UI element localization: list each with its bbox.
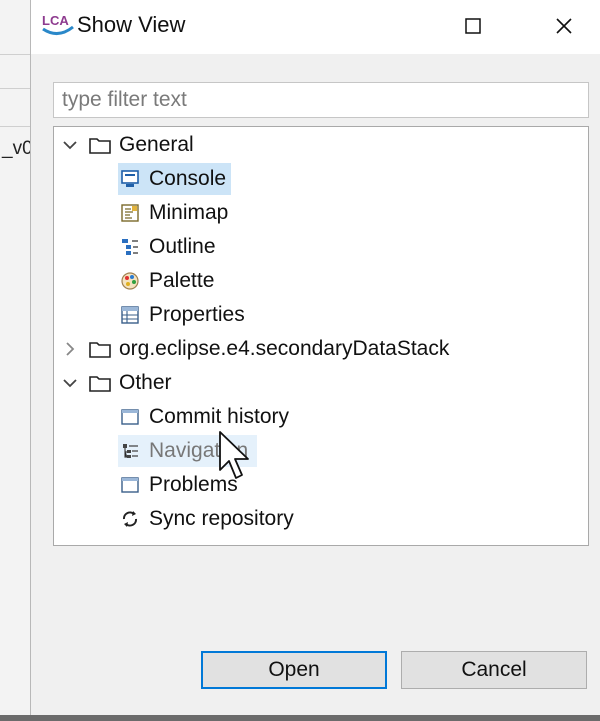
- cancel-button[interactable]: Cancel: [401, 651, 587, 689]
- view-tree[interactable]: General Console Minimap Outline Palette: [53, 126, 589, 546]
- view-window-icon: [118, 473, 142, 497]
- navigation-tree-icon: [118, 439, 142, 463]
- tree-item-label: Palette: [149, 269, 215, 292]
- view-window-icon: [118, 405, 142, 429]
- tree-item-console[interactable]: Console: [118, 163, 232, 195]
- minimap-icon: [118, 201, 142, 225]
- sync-icon: [118, 507, 142, 531]
- chevron-down-icon[interactable]: [62, 137, 78, 153]
- tree-group-secondary-data-stack[interactable]: org.eclipse.e4.secondaryDataStack: [62, 333, 452, 365]
- folder-icon: [88, 337, 112, 361]
- mouse-pointer-icon: [219, 431, 249, 479]
- tree-group-label: Other: [119, 371, 172, 394]
- lca-app-logo-icon: LCA: [42, 13, 74, 35]
- show-view-dialog: LCA Show View General Console: [30, 0, 600, 716]
- outline-icon: [118, 235, 142, 259]
- tree-item-outline[interactable]: Outline: [118, 231, 219, 263]
- chevron-right-icon[interactable]: [62, 341, 78, 357]
- chevron-down-icon[interactable]: [62, 375, 78, 391]
- background-taskbar-edge: [0, 715, 600, 721]
- tree-item-label: Outline: [149, 235, 216, 258]
- tree-item-sync-repository[interactable]: Sync repository: [118, 503, 297, 535]
- tree-item-label: Minimap: [149, 201, 229, 224]
- tree-group-general[interactable]: General: [62, 129, 197, 161]
- tree-item-label: Properties: [149, 303, 245, 326]
- tree-item-properties[interactable]: Properties: [118, 299, 248, 331]
- console-icon: [118, 167, 142, 191]
- tree-item-label: Console: [149, 167, 227, 190]
- open-button[interactable]: Open: [201, 651, 387, 689]
- tree-group-label: General: [119, 133, 194, 156]
- tree-item-minimap[interactable]: Minimap: [118, 197, 231, 229]
- background-application: _v0: [0, 0, 33, 721]
- tree-item-label: Sync repository: [149, 507, 294, 530]
- tree-group-label: org.eclipse.e4.secondaryDataStack: [119, 337, 450, 360]
- close-icon: [556, 18, 572, 34]
- dialog-title: Show View: [77, 12, 186, 37]
- tree-item-palette[interactable]: Palette: [118, 265, 217, 297]
- properties-icon: [118, 303, 142, 327]
- folder-icon: [88, 371, 112, 395]
- tree-group-other[interactable]: Other: [62, 367, 175, 399]
- tree-item-label: Commit history: [149, 405, 290, 428]
- close-button[interactable]: [546, 8, 582, 44]
- filter-input[interactable]: [53, 82, 589, 118]
- tree-item-commit-history[interactable]: Commit history: [118, 401, 292, 433]
- logo-lettering: LCA: [42, 13, 69, 28]
- maximize-icon: [465, 18, 481, 34]
- maximize-button[interactable]: [455, 8, 491, 44]
- background-editor-text: _v0: [2, 138, 33, 159]
- folder-icon: [88, 133, 112, 157]
- palette-icon: [118, 269, 142, 293]
- title-bar[interactable]: LCA Show View: [31, 0, 600, 54]
